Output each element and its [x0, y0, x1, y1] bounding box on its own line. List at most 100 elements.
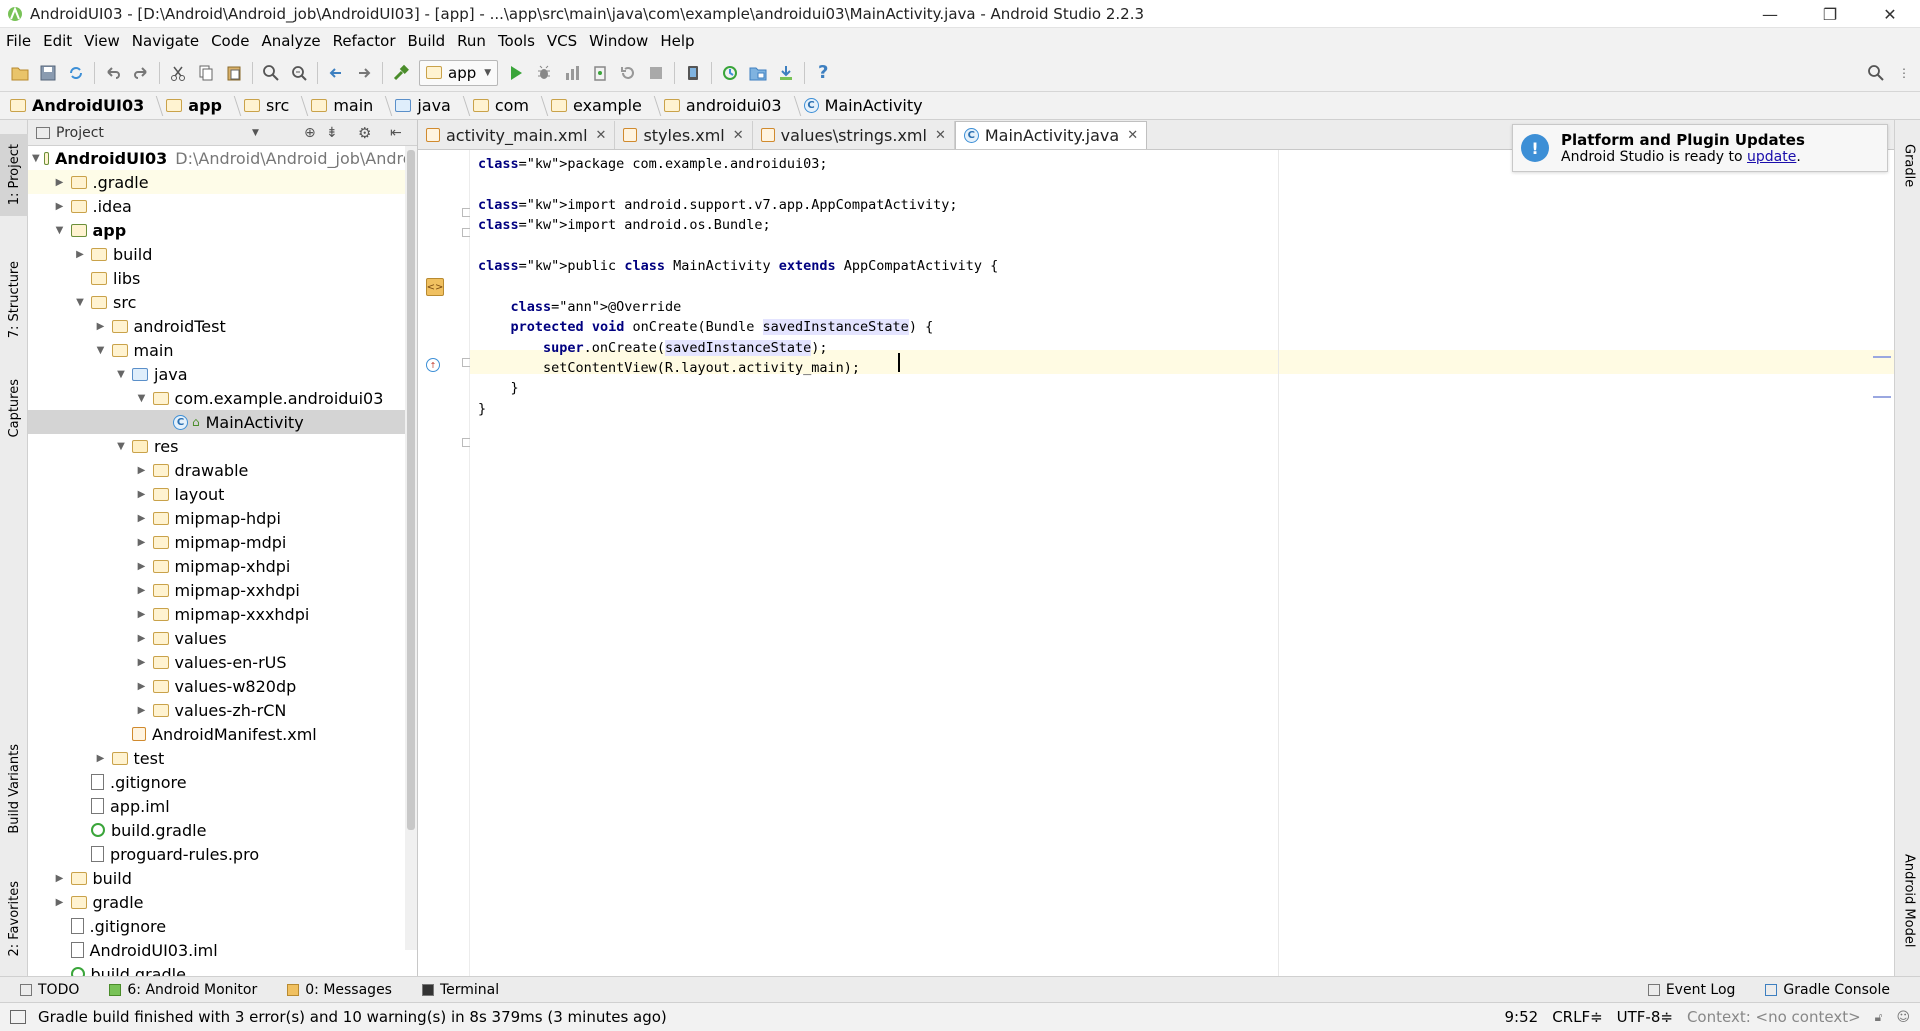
breadcrumb-item[interactable]: AndroidUI03: [10, 95, 166, 116]
menu-vcs[interactable]: VCS: [541, 28, 583, 54]
collapsed-arrow-icon[interactable]: ▶: [73, 249, 87, 260]
collapsed-arrow-icon[interactable]: ▶: [135, 585, 149, 596]
tree-item[interactable]: ▶ values-en-rUS: [28, 650, 417, 674]
make-project-icon[interactable]: [387, 59, 415, 87]
breadcrumb-item[interactable]: app: [166, 95, 244, 116]
expanded-arrow-icon[interactable]: ▼: [73, 297, 87, 308]
tool-tab-favorites[interactable]: 2: Favorites: [0, 874, 28, 964]
tree-item[interactable]: build.gradle: [28, 962, 417, 976]
update-notification[interactable]: ! Platform and Plugin Updates Android St…: [1512, 124, 1888, 172]
tool-tab-project[interactable]: 1: Project: [0, 134, 28, 216]
forward-icon[interactable]: [350, 59, 378, 87]
close-button[interactable]: ✕: [1860, 0, 1920, 28]
menu-refactor[interactable]: Refactor: [327, 28, 402, 54]
tree-item[interactable]: ▼ src: [28, 290, 417, 314]
tree-item[interactable]: C ⌂ MainActivity: [28, 410, 417, 434]
sync-icon[interactable]: [62, 59, 90, 87]
collapsed-arrow-icon[interactable]: ▶: [53, 897, 67, 908]
tree-item[interactable]: ▼ AndroidUI03 D:\Android\Android_job\Andro…: [28, 146, 417, 170]
line-separator-select[interactable]: CRLF≑: [1552, 1008, 1602, 1026]
tree-item[interactable]: ▶ values-zh-rCN: [28, 698, 417, 722]
tree-item[interactable]: .gitignore: [28, 770, 417, 794]
breadcrumb-item[interactable]: java: [395, 95, 473, 116]
minimize-button[interactable]: —: [1740, 0, 1800, 28]
breadcrumb-item[interactable]: src: [243, 95, 311, 116]
gear-icon[interactable]: ⚙: [358, 124, 371, 142]
gradle-console-tool-button[interactable]: Gradle Console: [1755, 982, 1900, 998]
collapse-all-icon[interactable]: ⇟: [326, 125, 338, 141]
undo-icon[interactable]: [99, 59, 127, 87]
collapsed-arrow-icon[interactable]: ▶: [135, 633, 149, 644]
terminal-tool-button[interactable]: Terminal: [412, 982, 509, 998]
tree-item[interactable]: ▶ androidTest: [28, 314, 417, 338]
breadcrumb-item[interactable]: example: [551, 95, 664, 116]
tree-item[interactable]: ▼ app: [28, 218, 417, 242]
menu-view[interactable]: View: [78, 28, 126, 54]
back-icon[interactable]: [322, 59, 350, 87]
menu-help[interactable]: Help: [654, 28, 700, 54]
editor-tab[interactable]: styles.xml ✕: [615, 121, 753, 149]
collapsed-arrow-icon[interactable]: ▶: [94, 321, 108, 332]
sync-gradle-icon[interactable]: [716, 59, 744, 87]
tree-item[interactable]: AndroidUI03.iml: [28, 938, 417, 962]
tree-item[interactable]: ▶ mipmap-mdpi: [28, 530, 417, 554]
tree-item[interactable]: ▶ mipmap-xhdpi: [28, 554, 417, 578]
cut-icon[interactable]: [164, 59, 192, 87]
event-log-tool-button[interactable]: Event Log: [1638, 982, 1746, 998]
context-indicator[interactable]: Context: <no context>: [1687, 1008, 1861, 1026]
tool-tab-android-model[interactable]: Android Model: [1895, 836, 1920, 966]
tree-item[interactable]: ▶ .idea: [28, 194, 417, 218]
tree-item[interactable]: ▶ mipmap-hdpi: [28, 506, 417, 530]
code-editor[interactable]: class="kw">package com.example.androidui…: [470, 150, 1894, 976]
menu-window[interactable]: Window: [583, 28, 654, 54]
collapsed-arrow-icon[interactable]: ▶: [135, 705, 149, 716]
tree-item[interactable]: ▶ build: [28, 866, 417, 890]
tree-item[interactable]: ▶ test: [28, 746, 417, 770]
collapsed-arrow-icon[interactable]: ▶: [53, 201, 67, 212]
close-tab-icon[interactable]: ✕: [596, 128, 607, 143]
encoding-select[interactable]: UTF-8≑: [1617, 1008, 1673, 1026]
lock-icon[interactable]: 🔓︎: [1875, 1010, 1883, 1025]
tree-item[interactable]: ▼ com.example.androidui03: [28, 386, 417, 410]
save-all-icon[interactable]: [34, 59, 62, 87]
tree-item[interactable]: ▶ mipmap-xxhdpi: [28, 578, 417, 602]
apply-changes-icon[interactable]: [614, 59, 642, 87]
error-stripe-marker[interactable]: [1873, 356, 1891, 358]
collapsed-arrow-icon[interactable]: ▶: [135, 537, 149, 548]
open-folder-icon[interactable]: [6, 59, 34, 87]
tree-item[interactable]: ▶ drawable: [28, 458, 417, 482]
tree-item[interactable]: ▶ .gradle: [28, 170, 417, 194]
project-scrollbar[interactable]: [405, 146, 417, 950]
tree-item[interactable]: ▶ values: [28, 626, 417, 650]
menu-navigate[interactable]: Navigate: [126, 28, 205, 54]
restore-button[interactable]: ❐: [1800, 0, 1860, 28]
close-tab-icon[interactable]: ✕: [935, 128, 946, 143]
menu-code[interactable]: Code: [205, 28, 255, 54]
breadcrumb-item[interactable]: main: [311, 95, 395, 116]
paste-icon[interactable]: [220, 59, 248, 87]
project-view-label[interactable]: Project: [56, 125, 104, 141]
tree-item[interactable]: build.gradle: [28, 818, 417, 842]
tool-tab-captures[interactable]: Captures: [0, 368, 28, 448]
menu-analyze[interactable]: Analyze: [255, 28, 326, 54]
project-structure-icon[interactable]: [744, 59, 772, 87]
collapsed-arrow-icon[interactable]: ▶: [135, 561, 149, 572]
collapsed-arrow-icon[interactable]: ▶: [135, 681, 149, 692]
messages-tool-button[interactable]: 0: Messages: [277, 982, 402, 998]
hector-icon[interactable]: ☺: [1896, 1010, 1910, 1025]
menu-run[interactable]: Run: [451, 28, 492, 54]
hide-panel-icon[interactable]: ⇤: [390, 125, 402, 141]
caret-position[interactable]: 9:52: [1505, 1008, 1539, 1026]
breadcrumb-item[interactable]: androidui03: [663, 95, 804, 116]
run-configuration-select[interactable]: app ▼: [419, 59, 499, 86]
help-icon[interactable]: ?: [809, 59, 837, 87]
menu-build[interactable]: Build: [402, 28, 452, 54]
collapsed-arrow-icon[interactable]: ▶: [53, 873, 67, 884]
tree-item[interactable]: ▶ layout: [28, 482, 417, 506]
editor-tab[interactable]: activity_main.xml ✕: [418, 121, 616, 149]
redo-icon[interactable]: [127, 59, 155, 87]
tree-item[interactable]: AndroidManifest.xml: [28, 722, 417, 746]
find-icon[interactable]: [257, 59, 285, 87]
debug-icon[interactable]: [530, 59, 558, 87]
breadcrumb-item[interactable]: C MainActivity: [803, 96, 929, 115]
